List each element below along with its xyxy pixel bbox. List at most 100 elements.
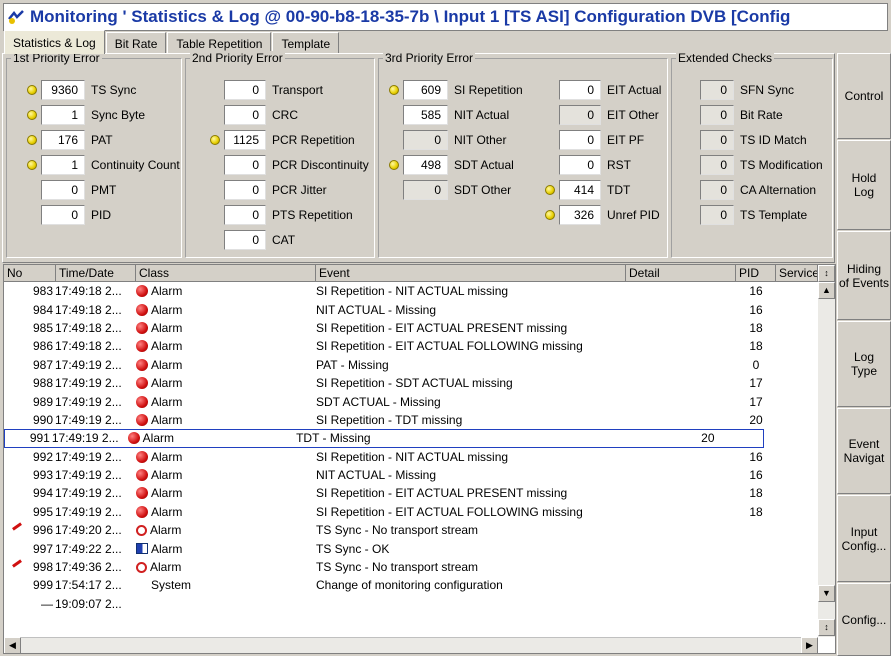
log-cell-class: Alarm <box>136 358 316 372</box>
blank-icon <box>136 598 148 610</box>
stat-value: 0 <box>700 105 734 125</box>
column-header-no[interactable]: No <box>4 265 56 282</box>
log-class-text: System <box>151 578 192 593</box>
log-cell-no: 998 <box>32 560 53 575</box>
log-cell-pid: 16 <box>749 284 763 299</box>
status-led-icon <box>389 185 399 195</box>
log-cell-pid: 18 <box>749 504 763 519</box>
column-header-class[interactable]: Class <box>136 265 316 282</box>
log-row[interactable]: 986 17:49:18 2... Alarm SI Repetition - EIT… <box>4 337 818 355</box>
stat-label: TS Template <box>740 208 808 222</box>
stat-ts-sync: 9360 TS Sync <box>27 80 136 100</box>
column-header-event[interactable]: Event <box>316 265 626 282</box>
alarm-icon <box>136 285 148 298</box>
log-row[interactable]: 983 17:49:18 2... Alarm SI Repetition - NIT… <box>4 282 818 300</box>
stat-label: TS ID Match <box>740 133 807 147</box>
stat-value: 0 <box>700 130 734 150</box>
scroll-up-button[interactable]: ▲ <box>818 282 835 299</box>
statistics-panel: 1st Priority Error 9360 TS Sync 1 Sync Byte… <box>2 51 835 263</box>
scroll-down-button[interactable]: ▼ <box>818 585 835 602</box>
log-row[interactable]: 999 17:54:17 2... System Change of monitori… <box>4 576 818 594</box>
scroll-page-button[interactable]: ↕ <box>818 619 835 636</box>
tab-statistics-log[interactable]: Statistics & Log <box>4 30 105 54</box>
log-cell-event: SI Repetition - NIT ACTUAL missing <box>316 449 509 464</box>
stat-label: PMT <box>91 183 117 197</box>
log-row[interactable]: 984 17:49:18 2... Alarm NIT ACTUAL - Missin… <box>4 300 818 318</box>
log-cell-no: 993 <box>32 468 53 483</box>
alarm-icon <box>136 377 148 390</box>
status-led-icon <box>27 135 37 145</box>
log-row[interactable]: 990 17:49:19 2... Alarm SI Repetition - TDT… <box>4 411 818 429</box>
stat-sync-byte: 1 Sync Byte <box>27 105 145 125</box>
first-priority-group: 1st Priority Error 9360 TS Sync 1 Sync Byte… <box>6 51 182 258</box>
log-cell-no: 996 <box>32 523 53 538</box>
scroll-right-button[interactable]: ▶ <box>801 637 818 653</box>
column-header-detail[interactable]: Detail <box>626 265 736 282</box>
status-led-icon <box>545 210 555 220</box>
log-row[interactable]: 994 17:49:19 2... Alarm SI Repetition - EIT… <box>4 484 818 502</box>
log-cell-time: 17:49:19 2... <box>55 486 122 501</box>
log-cell-time: 19:09:07 2... <box>55 596 122 611</box>
tab-bit-rate[interactable]: Bit Rate <box>105 32 167 54</box>
log-class-text: Alarm <box>151 449 183 464</box>
log-cell-class: Alarm <box>136 560 316 574</box>
log-row[interactable]: 998 17:49:36 2... Alarm TS Sync - No transp… <box>4 558 818 576</box>
log-cell-event: SI Repetition - EIT ACTUAL FOLLOWING mis… <box>316 339 583 354</box>
log-row[interactable]: 993 17:49:19 2... Alarm NIT ACTUAL - Missin… <box>4 466 818 484</box>
log-cell-class: Alarm <box>136 542 316 556</box>
log-cell-class: Alarm <box>136 284 316 298</box>
stat-value: 0 <box>41 205 85 225</box>
log-row[interactable]: 996 17:49:20 2... Alarm TS Sync - No transp… <box>4 521 818 539</box>
status-led-icon <box>389 85 399 95</box>
scroll-sort-icon[interactable]: ↕ <box>818 265 835 282</box>
status-led-icon <box>686 210 696 220</box>
app-icon <box>8 10 24 24</box>
log-cell-time: 17:49:20 2... <box>55 523 122 538</box>
log-row[interactable]: 989 17:49:19 2... Alarm SDT ACTUAL - Missin… <box>4 392 818 410</box>
log-row[interactable]: 985 17:49:18 2... Alarm SI Repetition - EIT… <box>4 319 818 337</box>
column-header-time-date[interactable]: Time/Date <box>56 265 136 282</box>
status-led-icon <box>27 110 37 120</box>
log-row[interactable]: 987 17:49:19 2... Alarm PAT - Missing 0 <box>4 356 818 374</box>
log-cell-no: 984 <box>32 302 53 317</box>
stat-sdt-actual: 498 SDT Actual <box>389 155 514 175</box>
sidebar-button-control[interactable]: Control <box>837 53 891 139</box>
log-body[interactable]: 983 17:49:18 2... Alarm SI Repetition - NIT… <box>4 282 818 637</box>
sidebar-button-log-type[interactable]: Log Type <box>837 321 891 407</box>
log-row[interactable]: 988 17:49:19 2... Alarm SI Repetition - SDT… <box>4 374 818 392</box>
stat-value: 176 <box>41 130 85 150</box>
log-cell-no: 999 <box>32 578 53 593</box>
log-row[interactable]: 995 17:49:19 2... Alarm SI Repetition - EIT… <box>4 503 818 521</box>
status-led-icon <box>210 160 220 170</box>
sidebar-button-event-navigat[interactable]: Event Navigat <box>837 408 891 494</box>
log-cell-class: Alarm <box>136 395 316 409</box>
log-cell-event: SI Repetition - TDT missing <box>316 412 463 427</box>
sidebar-button-config[interactable]: Config... <box>837 583 891 656</box>
stat-value: 0 <box>403 130 448 150</box>
log-class-text: Alarm <box>151 394 183 409</box>
stat-value: 0 <box>559 80 601 100</box>
stat-pat: 176 PAT <box>27 130 113 150</box>
column-header-pid[interactable]: PID <box>736 265 776 282</box>
column-header-service[interactable]: Service <box>776 265 818 282</box>
alarm-icon <box>136 413 148 426</box>
log-row[interactable]: 997 17:49:22 2... Alarm TS Sync - OK <box>4 539 818 557</box>
log-row[interactable]: 992 17:49:19 2... Alarm SI Repetition - NIT… <box>4 448 818 466</box>
alarm-icon <box>136 450 148 463</box>
vertical-scrollbar[interactable]: ↕ ▲ ▼ ↕ <box>818 265 835 637</box>
sidebar-button-hold-log[interactable]: Hold Log <box>837 140 891 230</box>
horizontal-scrollbar[interactable]: ◀ ▶ <box>4 637 818 653</box>
log-row[interactable]: —19:09:07 2... <box>4 595 818 613</box>
event-log[interactable]: No Time/Date Class Event Detail PID Service 98… <box>3 264 836 654</box>
scroll-left-button[interactable]: ◀ <box>4 637 21 653</box>
log-cell-no: 991 <box>29 431 50 446</box>
log-row[interactable]: 991 17:49:19 2... Alarm TDT - Missing 20 <box>4 429 764 448</box>
stat-label: PCR Repetition <box>272 133 355 147</box>
stat-value: 0 <box>559 155 601 175</box>
stat-value: 414 <box>559 180 601 200</box>
stat-label: SDT Other <box>454 183 512 197</box>
sidebar-button-input-config[interactable]: Input Config... <box>837 495 891 582</box>
status-led-icon <box>545 185 555 195</box>
stat-label: CRC <box>272 108 298 122</box>
sidebar-button-hiding-of-events[interactable]: Hiding of Events <box>837 231 891 320</box>
